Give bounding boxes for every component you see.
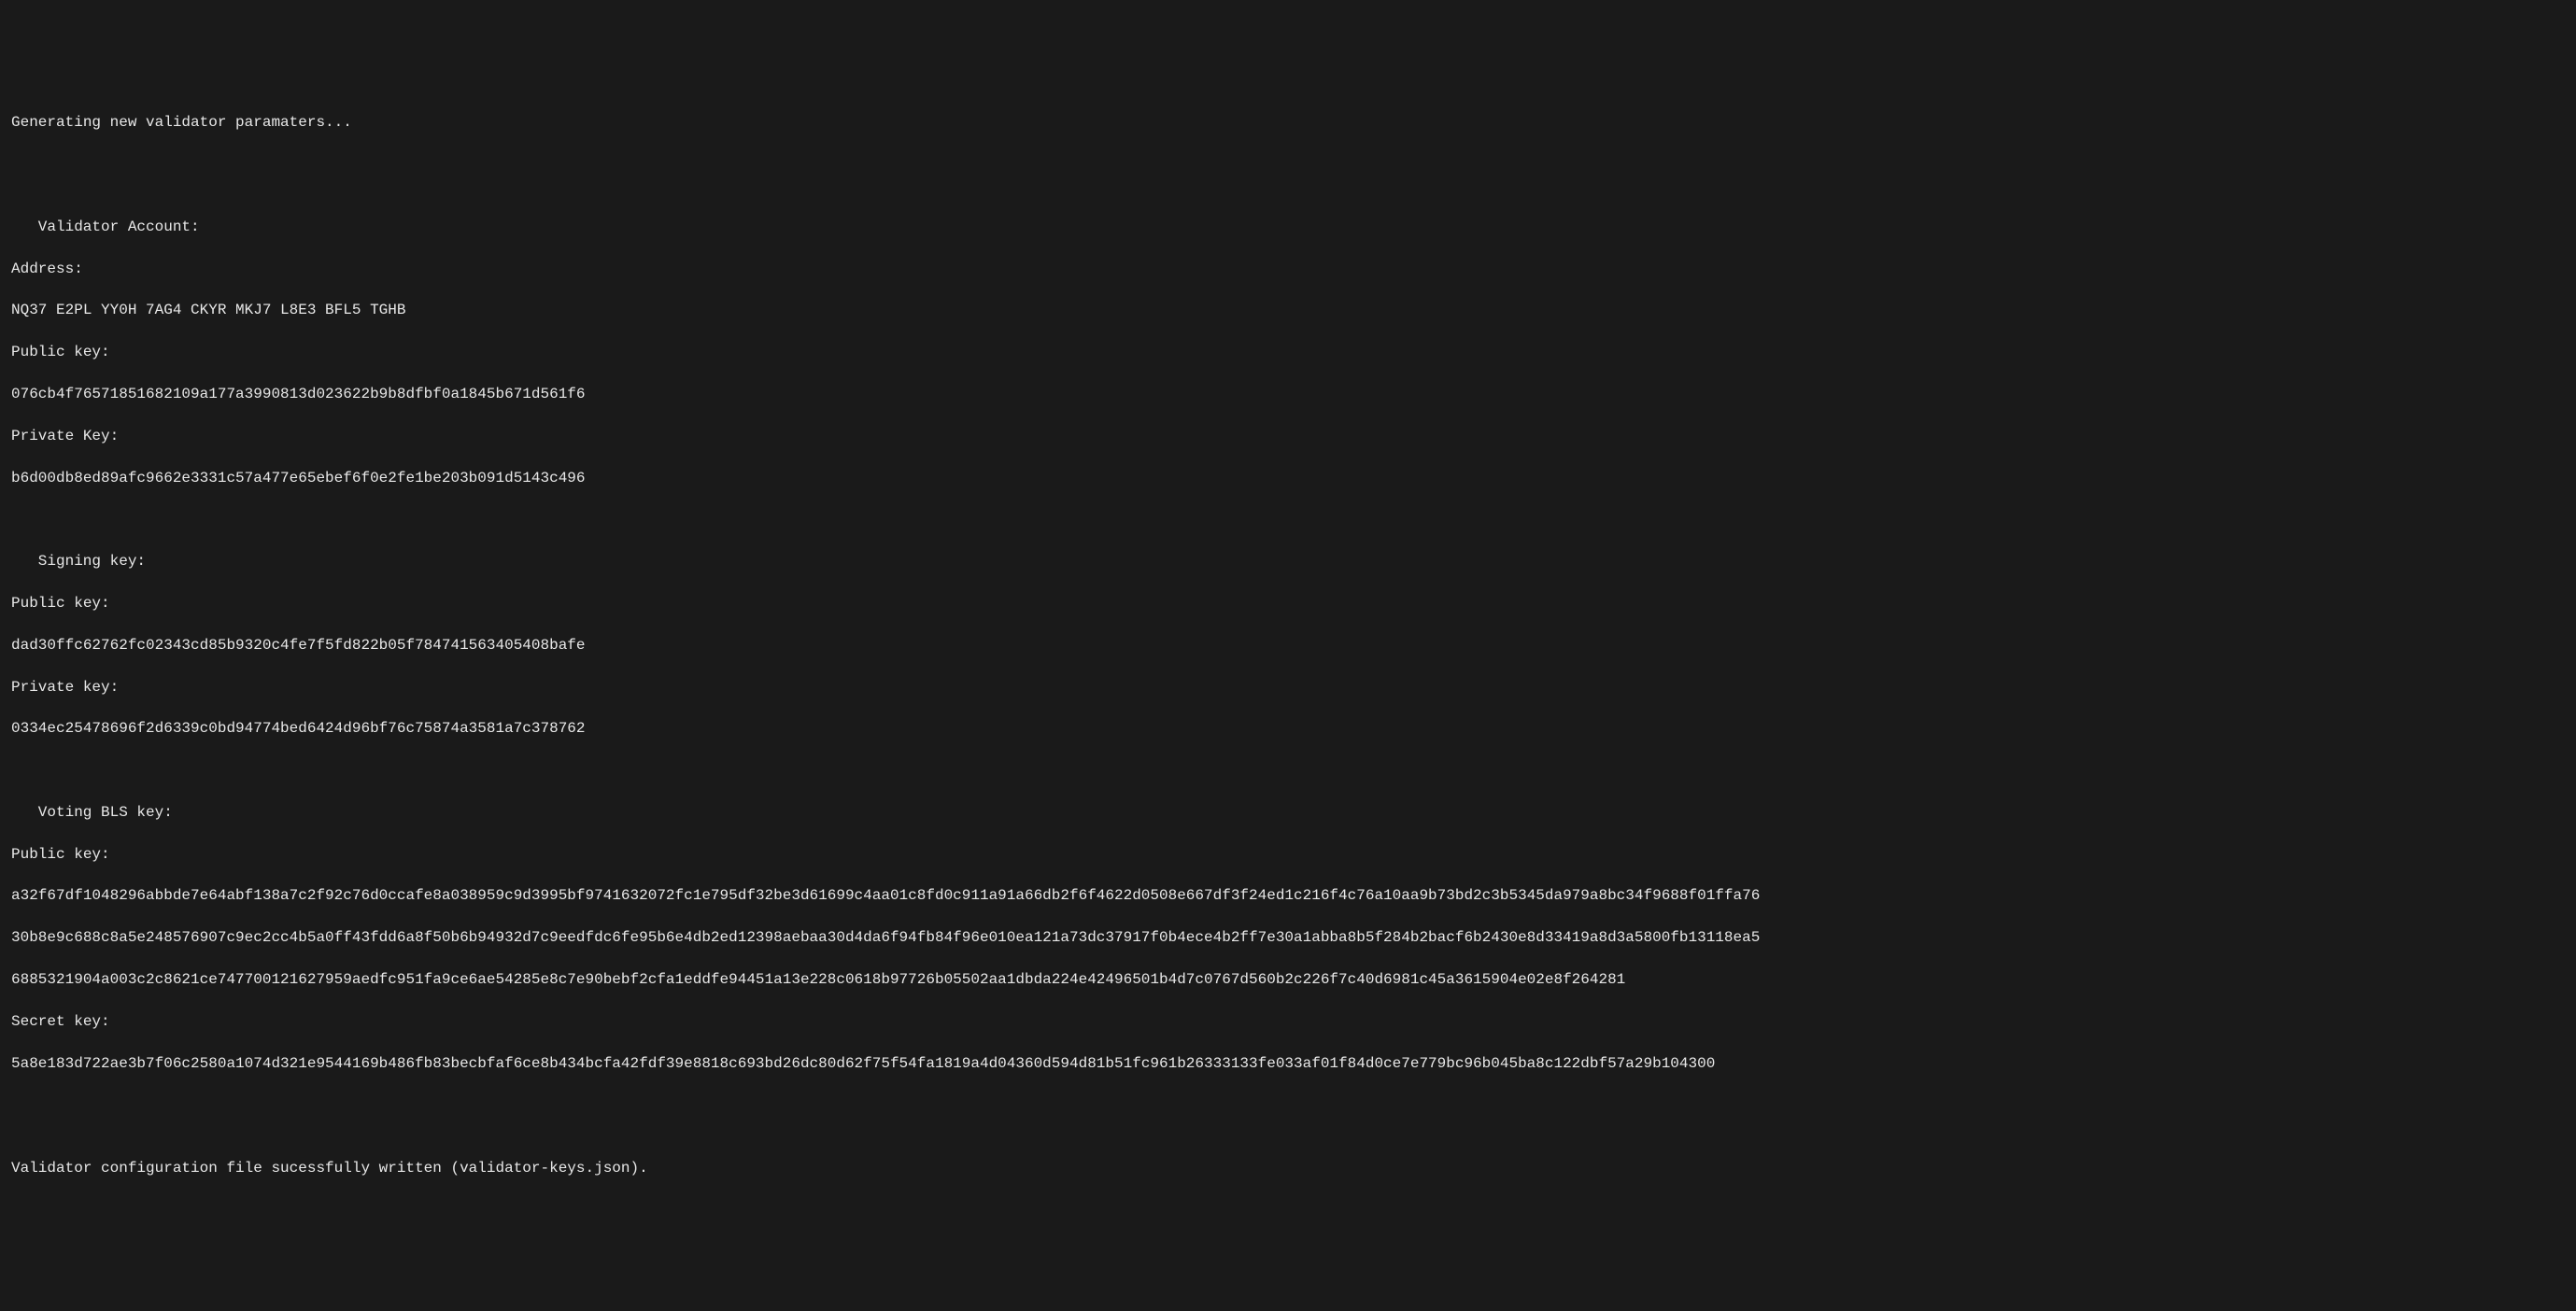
bls-public-key-label: Public key: — [11, 844, 2565, 865]
va-private-key-label: Private Key: — [11, 426, 2565, 446]
sk-private-key-value: 0334ec25478696f2d6339c0bd94774bed6424d96… — [11, 718, 2565, 739]
terminal-output: Generating new validator paramaters... V… — [11, 92, 2565, 1200]
config-written-message: Validator configuration file sucessfully… — [11, 1158, 2565, 1178]
bls-secret-key-value: 5a8e183d722ae3b7f06c2580a1074d321e954416… — [11, 1053, 2565, 1074]
va-public-key-label: Public key: — [11, 342, 2565, 362]
bls-public-key-value-2: 30b8e9c688c8a5e248576907c9ec2cc4b5a0ff43… — [11, 927, 2565, 948]
va-private-key-value: b6d00db8ed89afc9662e3331c57a477e65ebef6f… — [11, 468, 2565, 488]
va-public-key-value: 076cb4f76571851682109a177a3990813d023622… — [11, 384, 2565, 404]
bls-secret-key-label: Secret key: — [11, 1011, 2565, 1032]
voting-bls-key-header: Voting BLS key: — [11, 802, 2565, 823]
bls-public-key-value-3: 6885321904a003c2c8621ce747700121627959ae… — [11, 969, 2565, 990]
sk-public-key-label: Public key: — [11, 593, 2565, 613]
generating-message: Generating new validator paramaters... — [11, 112, 2565, 133]
address-value: NQ37 E2PL YY0H 7AG4 CKYR MKJ7 L8E3 BFL5 … — [11, 300, 2565, 320]
sk-private-key-label: Private key: — [11, 677, 2565, 698]
sk-public-key-value: dad30ffc62762fc02343cd85b9320c4fe7f5fd82… — [11, 635, 2565, 656]
signing-key-header: Signing key: — [11, 551, 2565, 571]
address-label: Address: — [11, 259, 2565, 279]
bls-public-key-value-1: a32f67df1048296abbde7e64abf138a7c2f92c76… — [11, 885, 2565, 906]
validator-account-header: Validator Account: — [11, 217, 2565, 237]
